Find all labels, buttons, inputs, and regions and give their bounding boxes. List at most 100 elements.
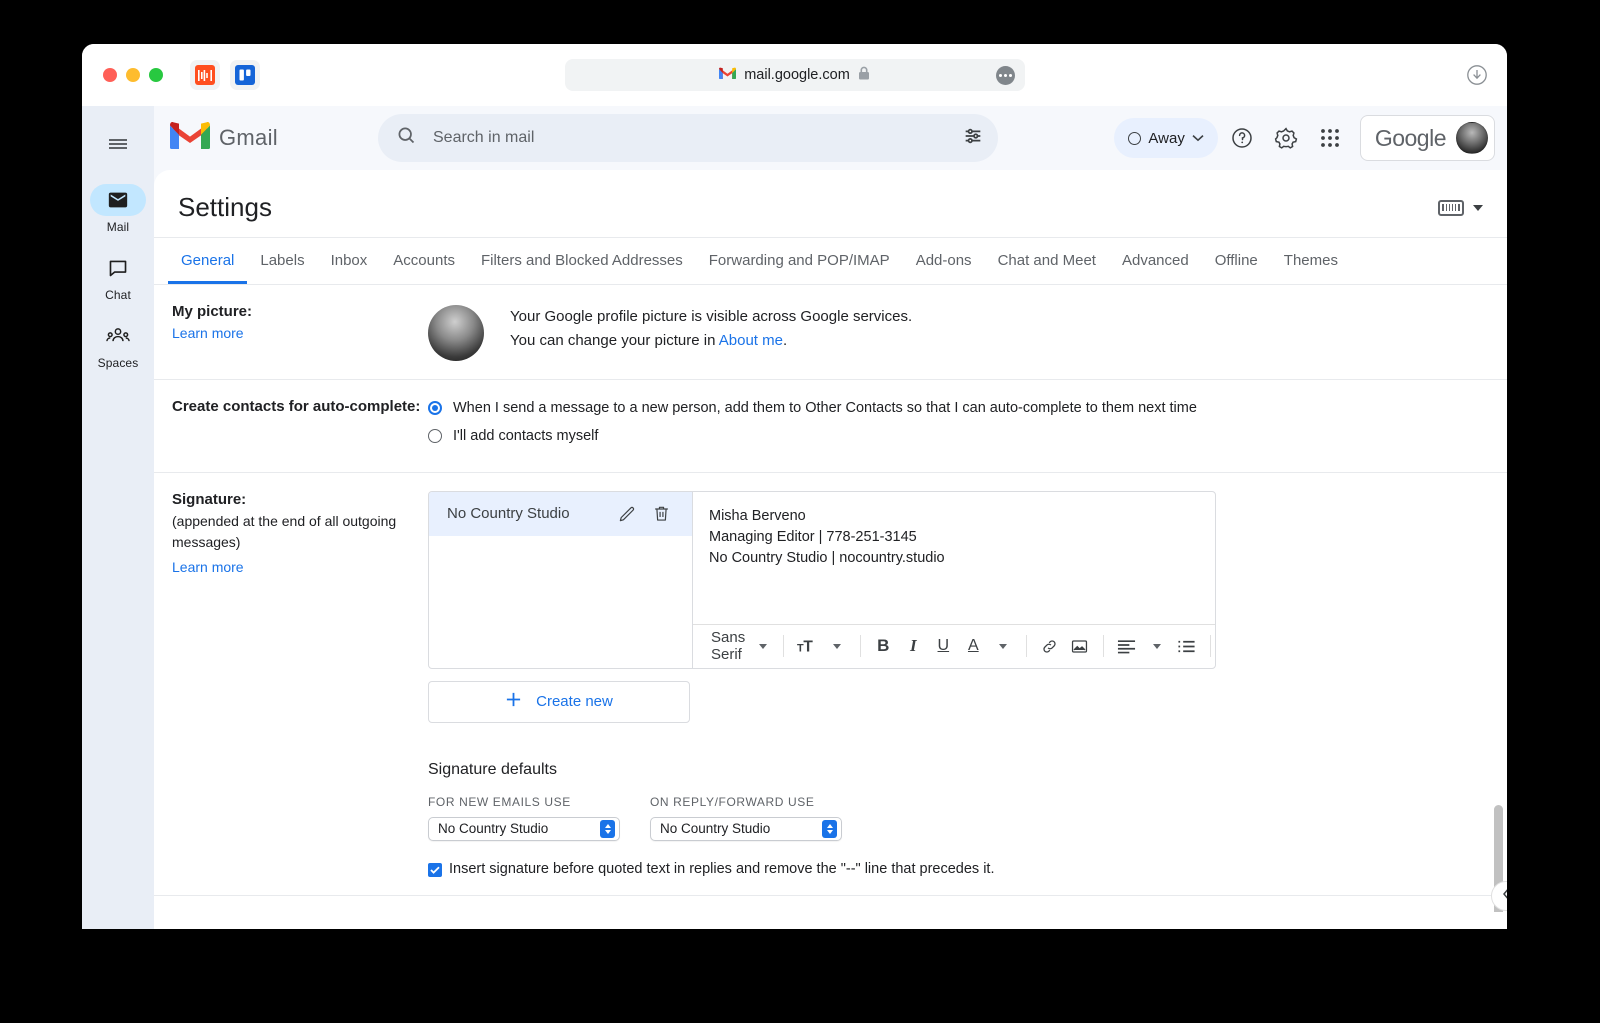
account-switcher[interactable]: Google	[1360, 115, 1495, 161]
chevron-down-icon	[759, 644, 767, 649]
font-family-dropdown[interactable]: Sans Serif	[703, 629, 775, 663]
apps-grid-icon[interactable]	[1310, 118, 1350, 158]
gear-icon[interactable]	[1266, 118, 1306, 158]
align-chevron-icon[interactable]	[1142, 631, 1172, 661]
my-picture-learn-more-link[interactable]: Learn more	[172, 325, 244, 341]
my-picture-description: Your Google profile picture is visible a…	[510, 305, 912, 354]
toolbar-divider	[860, 635, 861, 657]
rail-item-chat[interactable]: Chat	[90, 252, 146, 302]
search-input[interactable]	[433, 129, 946, 147]
tab-chat-and-meet[interactable]: Chat and Meet	[985, 238, 1109, 284]
trash-icon[interactable]	[644, 497, 678, 531]
underline-button[interactable]: U	[928, 631, 958, 661]
radio-button[interactable]	[428, 401, 442, 415]
extension-trello-icon	[235, 65, 255, 85]
search-bar[interactable]	[378, 114, 998, 162]
tab-add-ons[interactable]: Add-ons	[903, 238, 985, 284]
insert-signature-before-quote-row[interactable]: Insert signature before quoted text in r…	[428, 861, 1485, 877]
font-size-button[interactable]: T T	[792, 631, 822, 661]
device-bezel: mail.google.com	[18, 8, 1548, 1013]
insert-image-button[interactable]	[1065, 631, 1095, 661]
auto-complete-option-add-manually[interactable]: I'll add contacts myself	[428, 426, 1485, 448]
tab-inbox[interactable]: Inbox	[318, 238, 381, 284]
create-new-signature-button[interactable]: Create new	[428, 681, 690, 723]
extension-orange-button[interactable]	[190, 60, 220, 90]
settings-content: My picture: Learn more Your Google profi…	[154, 285, 1507, 912]
plus-icon	[505, 691, 522, 712]
text-color-button[interactable]: A	[958, 631, 988, 661]
font-family-value: Sans Serif	[711, 629, 747, 663]
insert-signature-before-quote-label: Insert signature before quoted text in r…	[449, 861, 995, 877]
align-button[interactable]	[1112, 631, 1142, 661]
insert-link-button[interactable]	[1035, 631, 1065, 661]
tab-labels[interactable]: Labels	[247, 238, 317, 284]
page-menu-icon[interactable]	[996, 66, 1015, 85]
search-icon	[396, 125, 417, 151]
settings-tabs: General Labels Inbox Accounts Filters an…	[154, 238, 1507, 285]
tab-general[interactable]: General	[168, 238, 247, 284]
maximize-window-button[interactable]	[149, 68, 163, 82]
signature-text-area[interactable]: Misha Berveno Managing Editor | 778-251-…	[693, 492, 1216, 624]
tab-advanced[interactable]: Advanced	[1109, 238, 1202, 284]
font-size-chevron-icon[interactable]	[822, 631, 852, 661]
search-options-icon[interactable]	[962, 125, 984, 152]
avatar[interactable]	[1456, 122, 1488, 154]
my-picture-line2-post: .	[783, 332, 787, 349]
address-bar[interactable]: mail.google.com	[565, 59, 1025, 91]
page-title: Settings	[168, 192, 272, 223]
tab-filters-and-blocked-addresses[interactable]: Filters and Blocked Addresses	[468, 238, 696, 284]
gmail-main-column: Gmail	[154, 106, 1507, 929]
auto-complete-option-0-label: When I send a message to a new person, a…	[453, 398, 1197, 420]
text-color-chevron-icon[interactable]	[988, 631, 1018, 661]
bold-button[interactable]: B	[868, 631, 898, 661]
extension-trello-button[interactable]	[230, 60, 260, 90]
auto-complete-option-add-automatically[interactable]: When I send a message to a new person, a…	[428, 398, 1485, 420]
setting-signature: Signature: (appended at the end of all o…	[154, 473, 1507, 896]
extension-orange-icon	[195, 65, 215, 85]
signature-list-item[interactable]: No Country Studio	[429, 492, 692, 536]
signature-item-name: No Country Studio	[447, 505, 610, 522]
app-rail: Mail Chat	[82, 106, 154, 929]
close-window-button[interactable]	[103, 68, 117, 82]
status-away-label: Away	[1148, 130, 1184, 147]
chevron-down-icon	[1192, 129, 1204, 147]
setting-my-picture: My picture: Learn more Your Google profi…	[154, 285, 1507, 380]
tab-accounts[interactable]: Accounts	[380, 238, 468, 284]
help-icon[interactable]	[1222, 118, 1262, 158]
toolbar-divider	[1026, 635, 1027, 657]
minimize-window-button[interactable]	[126, 68, 140, 82]
list-button[interactable]	[1172, 631, 1202, 661]
my-picture-value-col: Your Google profile picture is visible a…	[428, 303, 1485, 361]
gmail-favicon-icon	[719, 67, 736, 84]
signature-line-0: Misha Berveno	[709, 506, 1216, 527]
input-tools-dropdown[interactable]	[1438, 200, 1483, 216]
rail-item-mail[interactable]: Mail	[90, 184, 146, 234]
signature-learn-more-link[interactable]: Learn more	[172, 559, 244, 575]
auto-complete-label-col: Create contacts for auto-complete:	[172, 398, 428, 454]
chevron-left-icon	[1502, 887, 1508, 906]
tab-forwarding-and-pop-imap[interactable]: Forwarding and POP/IMAP	[696, 238, 903, 284]
about-me-link[interactable]: About me	[719, 332, 783, 349]
insert-signature-before-quote-checkbox[interactable]	[428, 863, 442, 877]
my-picture-line2: You can change your picture in About me.	[510, 329, 912, 353]
tab-offline[interactable]: Offline	[1202, 238, 1271, 284]
my-picture-label-col: My picture: Learn more	[172, 303, 428, 361]
profile-picture[interactable]	[428, 305, 484, 361]
signature-default-reply-forward: ON REPLY/FORWARD USE No Country Studio	[650, 795, 842, 841]
tab-themes[interactable]: Themes	[1271, 238, 1351, 284]
pencil-icon[interactable]	[610, 497, 644, 531]
signature-default-new-emails-select[interactable]: No Country Studio	[428, 817, 620, 841]
setting-personal-level-indicators: Personal level indicators: No indicators…	[154, 896, 1507, 913]
italic-button[interactable]: I	[898, 631, 928, 661]
signature-default-new-emails-value: No Country Studio	[438, 821, 600, 836]
gmail-logo-icon	[170, 121, 210, 156]
radio-button[interactable]	[428, 429, 442, 443]
select-stepper-icon	[600, 820, 615, 838]
status-away-chip[interactable]: Away	[1114, 118, 1217, 158]
download-icon[interactable]	[1465, 63, 1489, 87]
hamburger-menu-icon[interactable]	[96, 122, 140, 166]
gmail-brand[interactable]: Gmail	[170, 121, 370, 156]
signature-default-reply-forward-label: ON REPLY/FORWARD USE	[650, 795, 842, 809]
signature-default-reply-forward-select[interactable]: No Country Studio	[650, 817, 842, 841]
rail-item-spaces[interactable]: Spaces	[90, 320, 146, 370]
